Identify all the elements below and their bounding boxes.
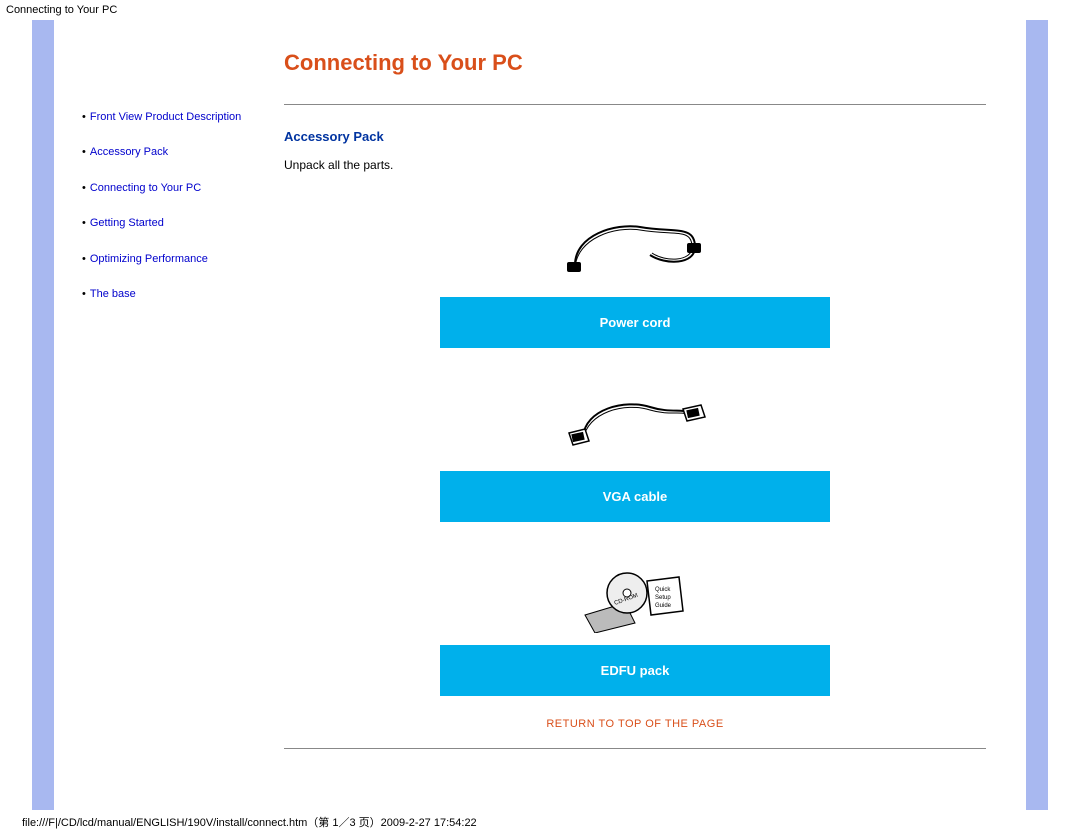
sidebar-item-the-base[interactable]: • The base (82, 287, 254, 302)
return-to-top-link[interactable]: RETURN TO TOP OF THE PAGE (284, 718, 986, 730)
window-title: Connecting to Your PC (0, 0, 1080, 20)
bullet-icon: • (82, 253, 86, 265)
bullet-icon: • (82, 217, 86, 229)
sidebar-item-label: Front View Product Description (90, 111, 241, 123)
sidebar-nav: • Front View Product Description • Accesso… (54, 20, 264, 810)
sidebar-item-front-view[interactable]: • Front View Product Description (82, 110, 254, 125)
bullet-icon: • (82, 111, 86, 123)
accessory-vga-cable: VGA cable (440, 366, 830, 522)
edfu-pack-icon: CD-ROM Quick Setup Guide (555, 553, 715, 633)
accessory-power-cord: Power cord (440, 192, 830, 348)
power-cord-image (440, 192, 830, 297)
svg-text:Guide: Guide (655, 603, 672, 609)
svg-text:Setup: Setup (655, 595, 671, 601)
accessory-label: VGA cable (440, 471, 830, 522)
accessory-edfu-pack: CD-ROM Quick Setup Guide EDFU pack (440, 540, 830, 696)
page-container: • Front View Product Description • Accesso… (32, 20, 1048, 810)
accessory-label: Power cord (440, 297, 830, 348)
page-title: Connecting to Your PC (284, 50, 986, 76)
svg-text:Quick: Quick (655, 587, 671, 593)
sidebar-item-label: Accessory Pack (90, 146, 168, 158)
bullet-icon: • (82, 182, 86, 194)
sidebar-item-accessory-pack[interactable]: • Accessory Pack (82, 145, 254, 160)
edfu-pack-image: CD-ROM Quick Setup Guide (440, 540, 830, 645)
divider (284, 104, 986, 105)
right-decorative-stripe (1026, 20, 1048, 810)
sidebar-item-label: The base (90, 288, 136, 300)
sidebar-item-label: Connecting to Your PC (90, 182, 201, 194)
left-decorative-stripe (32, 20, 54, 810)
divider (284, 748, 986, 749)
section-title-accessory-pack: Accessory Pack (284, 129, 986, 144)
intro-text: Unpack all the parts. (284, 158, 986, 172)
vga-cable-image (440, 366, 830, 471)
sidebar-item-getting-started[interactable]: • Getting Started (82, 216, 254, 231)
bullet-icon: • (82, 288, 86, 300)
footer-file-path: file:///F|/CD/lcd/manual/ENGLISH/190V/in… (0, 810, 1080, 840)
accessory-label: EDFU pack (440, 645, 830, 696)
sidebar-item-connecting[interactable]: • Connecting to Your PC (82, 181, 254, 196)
sidebar-item-label: Optimizing Performance (90, 253, 208, 265)
main-content: Connecting to Your PC Accessory Pack Unp… (264, 20, 1026, 810)
sidebar-item-label: Getting Started (90, 217, 164, 229)
bullet-icon: • (82, 146, 86, 158)
power-cord-icon (555, 205, 715, 285)
sidebar-item-optimizing[interactable]: • Optimizing Performance (82, 252, 254, 267)
vga-cable-icon (555, 379, 715, 459)
